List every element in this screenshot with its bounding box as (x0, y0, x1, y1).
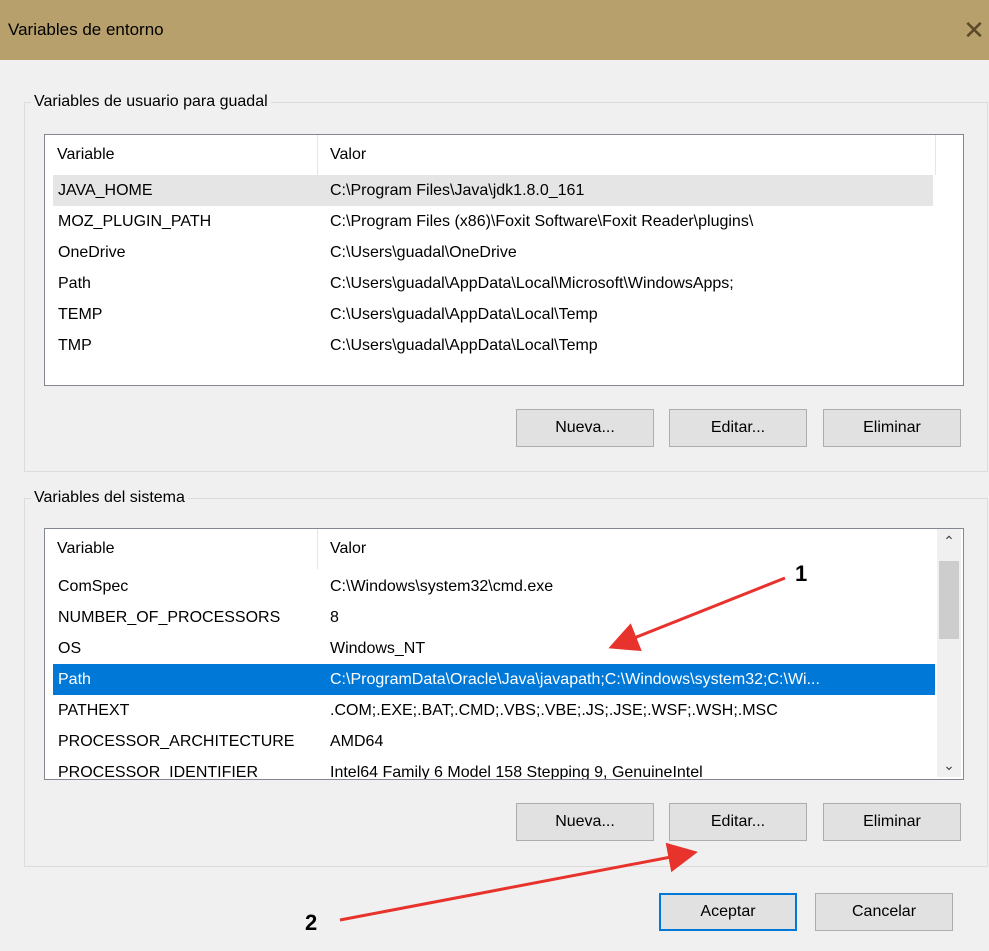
user-variable-row[interactable]: MOZ_PLUGIN_PATH C:\Program Files (x86)\F… (53, 206, 933, 237)
column-separator[interactable] (935, 135, 936, 175)
user-variables-legend: Variables de usuario para guadal (34, 93, 268, 110)
system-variable-row[interactable]: PROCESSOR_ARCHITECTURE AMD64 (53, 726, 935, 757)
variable-name: OneDrive (58, 244, 126, 261)
variable-value: .COM;.EXE;.BAT;.CMD;.VBS;.VBE;.JS;.JSE;.… (330, 702, 778, 719)
variable-name: TEMP (58, 306, 103, 323)
system-variables-legend: Variables del sistema (34, 489, 185, 506)
cancel-button[interactable]: Cancelar (815, 893, 953, 931)
user-variable-row[interactable]: OneDrive C:\Users\guadal\OneDrive (53, 237, 933, 268)
column-header-value[interactable]: Valor (318, 135, 935, 175)
user-variable-row[interactable]: Path C:\Users\guadal\AppData\Local\Micro… (53, 268, 933, 299)
user-delete-button[interactable]: Eliminar (823, 409, 961, 447)
variable-value: Intel64 Family 6 Model 158 Stepping 9, G… (330, 764, 703, 780)
system-variable-row[interactable]: OS Windows_NT (53, 633, 935, 664)
variable-name: MOZ_PLUGIN_PATH (58, 213, 212, 230)
window-title: Variables de entorno (8, 20, 164, 39)
ok-button[interactable]: Aceptar (659, 893, 797, 931)
environment-variables-dialog: Variables de usuario para guadal Variabl… (0, 60, 989, 951)
column-header-variable[interactable]: Variable (45, 529, 317, 569)
variable-value: C:\Windows\system32\cmd.exe (330, 578, 554, 595)
close-icon[interactable]: ✕ (959, 14, 989, 46)
column-header-value[interactable]: Valor (318, 529, 935, 569)
list-header: Variable Valor (45, 529, 963, 569)
variable-value: C:\Users\guadal\AppData\Local\Temp (330, 306, 598, 323)
variable-value: 8 (330, 609, 339, 626)
variable-name: ComSpec (58, 578, 129, 595)
system-variables-list[interactable]: Variable Valor ComSpec C:\Windows\system… (44, 528, 964, 780)
variable-name: PROCESSOR_ARCHITECTURE (58, 733, 295, 750)
variable-value: C:\Users\guadal\AppData\Local\Temp (330, 337, 598, 354)
variable-value: C:\Users\guadal\OneDrive (330, 244, 517, 261)
user-variable-row[interactable]: TMP C:\Users\guadal\AppData\Local\Temp (53, 330, 933, 361)
system-delete-button[interactable]: Eliminar (823, 803, 961, 841)
variable-name: PATHEXT (58, 702, 130, 719)
system-variable-row[interactable]: PROCESSOR_IDENTIFIER Intel64 Family 6 Mo… (53, 757, 935, 780)
user-new-button[interactable]: Nueva... (516, 409, 654, 447)
variable-value: C:\Users\guadal\AppData\Local\Microsoft\… (330, 275, 734, 292)
system-variable-row[interactable]: PATHEXT .COM;.EXE;.BAT;.CMD;.VBS;.VBE;.J… (53, 695, 935, 726)
variable-value: Windows_NT (330, 640, 426, 657)
user-variable-row[interactable]: JAVA_HOME C:\Program Files\Java\jdk1.8.0… (53, 175, 933, 206)
system-variable-row[interactable]: NUMBER_OF_PROCESSORS 8 (53, 602, 935, 633)
system-variable-row-selected[interactable]: Path C:\ProgramData\Oracle\Java\javapath… (53, 664, 935, 695)
scroll-down-icon[interactable]: ⌄ (937, 753, 961, 777)
variable-name: JAVA_HOME (58, 182, 153, 199)
scroll-up-icon[interactable]: ⌃ (937, 529, 961, 553)
variable-name: PROCESSOR_IDENTIFIER (58, 764, 259, 780)
annotation-label-1: 1 (795, 561, 808, 586)
variable-value: AMD64 (330, 733, 384, 750)
variable-name: TMP (58, 337, 92, 354)
list-header: Variable Valor (45, 135, 963, 175)
variable-name: Path (58, 671, 91, 688)
variable-value: C:\Program Files\Java\jdk1.8.0_161 (330, 182, 585, 199)
scroll-thumb[interactable] (939, 561, 959, 639)
column-header-variable[interactable]: Variable (45, 135, 317, 175)
variable-name: OS (58, 640, 82, 657)
vertical-scrollbar[interactable]: ⌃ ⌄ (937, 529, 961, 777)
annotation-label-2: 2 (305, 910, 318, 935)
variable-value: C:\Program Files (x86)\Foxit Software\Fo… (330, 213, 754, 230)
system-new-button[interactable]: Nueva... (516, 803, 654, 841)
user-variable-row[interactable]: TEMP C:\Users\guadal\AppData\Local\Temp (53, 299, 933, 330)
user-variables-list[interactable]: Variable Valor JAVA_HOME C:\Program File… (44, 134, 964, 386)
system-edit-button[interactable]: Editar... (669, 803, 807, 841)
variable-value: C:\ProgramData\Oracle\Java\javapath;C:\W… (330, 671, 820, 688)
user-edit-button[interactable]: Editar... (669, 409, 807, 447)
variable-name: Path (58, 275, 91, 292)
variable-name: NUMBER_OF_PROCESSORS (58, 609, 281, 626)
title-bar[interactable]: Variables de entorno ✕ (0, 0, 989, 60)
